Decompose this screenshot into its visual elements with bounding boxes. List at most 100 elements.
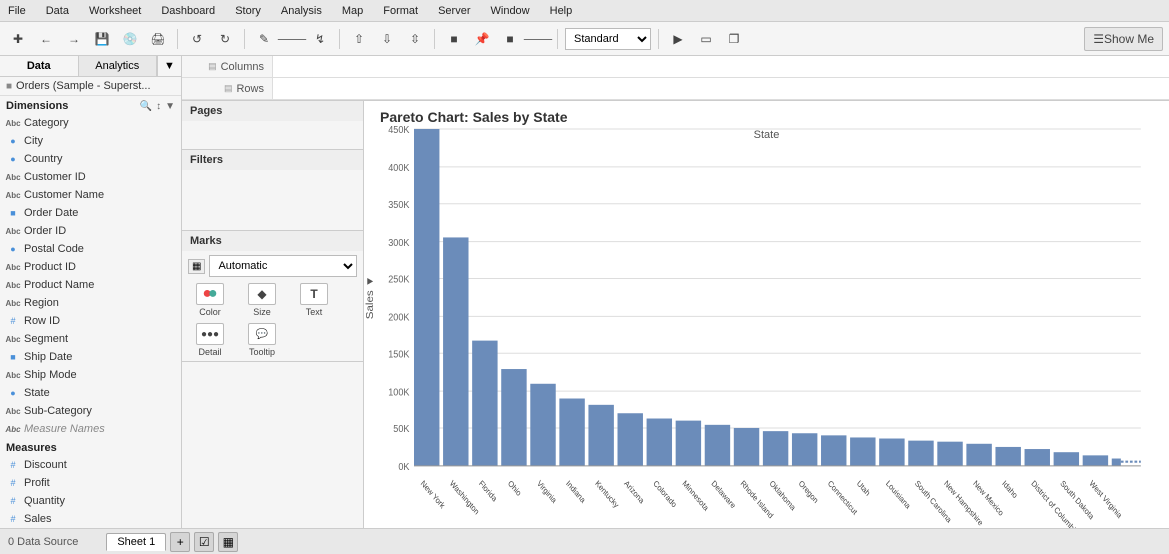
measure-profit[interactable]: # Profit <box>0 474 181 492</box>
sort-desc-button[interactable]: ⇩ <box>375 27 399 51</box>
new-button[interactable]: ✚ <box>6 27 30 51</box>
bar-others[interactable] <box>1112 459 1121 466</box>
datasource-status[interactable]: 0 Data Source <box>8 536 78 548</box>
bar-new-york[interactable] <box>414 129 439 466</box>
add-sheet-button[interactable]: + <box>170 532 190 552</box>
marks-type-select[interactable]: Automatic <box>209 255 357 277</box>
dim-ship-date[interactable]: ■ Ship Date <box>0 348 181 366</box>
dim-customer-name[interactable]: Abc Customer Name <box>0 186 181 204</box>
sheet-tab-1[interactable]: Sheet 1 <box>106 533 166 551</box>
bar-south-carolina[interactable] <box>908 441 933 466</box>
redo-button[interactable]: ↻ <box>213 27 237 51</box>
duplicate-sheet-button[interactable]: ☑ <box>194 532 214 552</box>
bar-colorado[interactable] <box>647 419 672 466</box>
bar-idaho[interactable] <box>995 447 1020 466</box>
menu-format[interactable]: Format <box>379 3 422 19</box>
trend-button[interactable]: ⸻ <box>526 27 550 51</box>
tooltip-button[interactable]: ■ <box>498 27 522 51</box>
bar-minnesota[interactable] <box>676 421 701 466</box>
share-button[interactable]: ❐ <box>722 27 746 51</box>
sort-asc-button[interactable]: ⇧ <box>347 27 371 51</box>
data-source-row[interactable]: ■ Orders (Sample - Superst... <box>0 77 181 96</box>
dim-country[interactable]: ● Country <box>0 150 181 168</box>
dim-segment[interactable]: Abc Segment <box>0 330 181 348</box>
dim-sub-category[interactable]: Abc Sub-Category <box>0 402 181 420</box>
rows-content[interactable] <box>272 78 1169 99</box>
show-me-button[interactable]: ☰ Show Me <box>1084 27 1163 51</box>
dim-product-name[interactable]: Abc Product Name <box>0 276 181 294</box>
dim-customer-id[interactable]: Abc Customer ID <box>0 168 181 186</box>
dim-product-id[interactable]: Abc Product ID <box>0 258 181 276</box>
measure-sales[interactable]: # Sales <box>0 510 181 528</box>
bar-louisiana[interactable] <box>879 439 904 466</box>
bar-dc[interactable] <box>1025 449 1050 466</box>
dim-city[interactable]: ● City <box>0 132 181 150</box>
device-button[interactable]: ▭ <box>694 27 718 51</box>
bar-florida[interactable] <box>472 341 497 466</box>
bar-connecticut[interactable] <box>821 435 846 466</box>
dim-category[interactable]: Abc Category <box>0 114 181 132</box>
menu-data[interactable]: Data <box>42 3 73 19</box>
dim-measure-names[interactable]: Abc Measure Names <box>0 420 181 438</box>
dim-state[interactable]: ● State <box>0 384 181 402</box>
undo-button[interactable]: ↺ <box>185 27 209 51</box>
detail-button[interactable]: ●●● Detail <box>188 323 232 357</box>
forward-button[interactable]: → <box>62 27 86 51</box>
more-icon[interactable]: ▼ <box>165 101 175 112</box>
tab-data[interactable]: Data <box>0 56 79 76</box>
sort-icon[interactable]: ↕ <box>156 101 161 112</box>
save-as-button[interactable]: 💿 <box>118 27 142 51</box>
bar-west-virginia[interactable] <box>1083 455 1108 466</box>
bar-kentucky[interactable] <box>588 405 613 466</box>
text-button[interactable]: T Text <box>292 283 336 317</box>
menu-map[interactable]: Map <box>338 3 367 19</box>
pan-button[interactable]: ↯ <box>308 27 332 51</box>
print-button[interactable]: 🖨 <box>146 27 170 51</box>
bar-new-hampshire[interactable] <box>937 442 962 466</box>
presentation-button[interactable]: ▶ <box>666 27 690 51</box>
insert-sheet-button[interactable]: ▦ <box>218 532 238 552</box>
dim-row-id[interactable]: # Row ID <box>0 312 181 330</box>
menu-analysis[interactable]: Analysis <box>277 3 326 19</box>
bar-virginia[interactable] <box>530 384 555 466</box>
standard-select[interactable]: Standard Fit Width Fit Height Entire Vie… <box>565 28 651 50</box>
measure-discount[interactable]: # Discount <box>0 456 181 474</box>
search-icon[interactable]: 🔍 <box>140 101 152 112</box>
color-button[interactable]: ●● Color <box>188 283 232 317</box>
bar-indiana[interactable] <box>559 399 584 466</box>
menu-dashboard[interactable]: Dashboard <box>157 3 219 19</box>
bar-delaware[interactable] <box>705 425 730 466</box>
bar-south-dakota[interactable] <box>1054 452 1079 466</box>
menu-story[interactable]: Story <box>231 3 265 19</box>
bar-new-mexico[interactable] <box>966 444 991 466</box>
label-button[interactable]: ■ <box>442 27 466 51</box>
bar-oklahoma[interactable] <box>763 431 788 466</box>
menu-window[interactable]: Window <box>487 3 534 19</box>
panel-menu-btn[interactable]: ▼ <box>157 56 181 76</box>
bar-ohio[interactable] <box>501 369 526 466</box>
select-button[interactable]: ⸻ <box>280 27 304 51</box>
dim-ship-mode[interactable]: Abc Ship Mode <box>0 366 181 384</box>
dim-order-date[interactable]: ■ Order Date <box>0 204 181 222</box>
bar-washington[interactable] <box>443 237 468 465</box>
menu-worksheet[interactable]: Worksheet <box>85 3 145 19</box>
highlight-button[interactable]: ✎ <box>252 27 276 51</box>
sort-clear-button[interactable]: ⇳ <box>403 27 427 51</box>
measure-quantity[interactable]: # Quantity <box>0 492 181 510</box>
menu-help[interactable]: Help <box>546 3 577 19</box>
dim-postal-code[interactable]: ● Postal Code <box>0 240 181 258</box>
menu-server[interactable]: Server <box>434 3 474 19</box>
tab-analytics[interactable]: Analytics <box>79 56 158 76</box>
tooltip-button[interactable]: 💬 Tooltip <box>240 323 284 357</box>
menu-file[interactable]: File <box>4 3 30 19</box>
dim-region[interactable]: Abc Region <box>0 294 181 312</box>
filters-body[interactable] <box>182 170 363 230</box>
back-button[interactable]: ← <box>34 27 58 51</box>
size-button[interactable]: ◆ Size <box>240 283 284 317</box>
columns-content[interactable] <box>272 56 1169 77</box>
annotate-button[interactable]: 📌 <box>470 27 494 51</box>
bar-rhode-island[interactable] <box>734 428 759 466</box>
dim-order-id[interactable]: Abc Order ID <box>0 222 181 240</box>
bar-arizona[interactable] <box>618 413 643 466</box>
marks-type-dropdown[interactable]: ▦ Automatic <box>188 255 357 277</box>
